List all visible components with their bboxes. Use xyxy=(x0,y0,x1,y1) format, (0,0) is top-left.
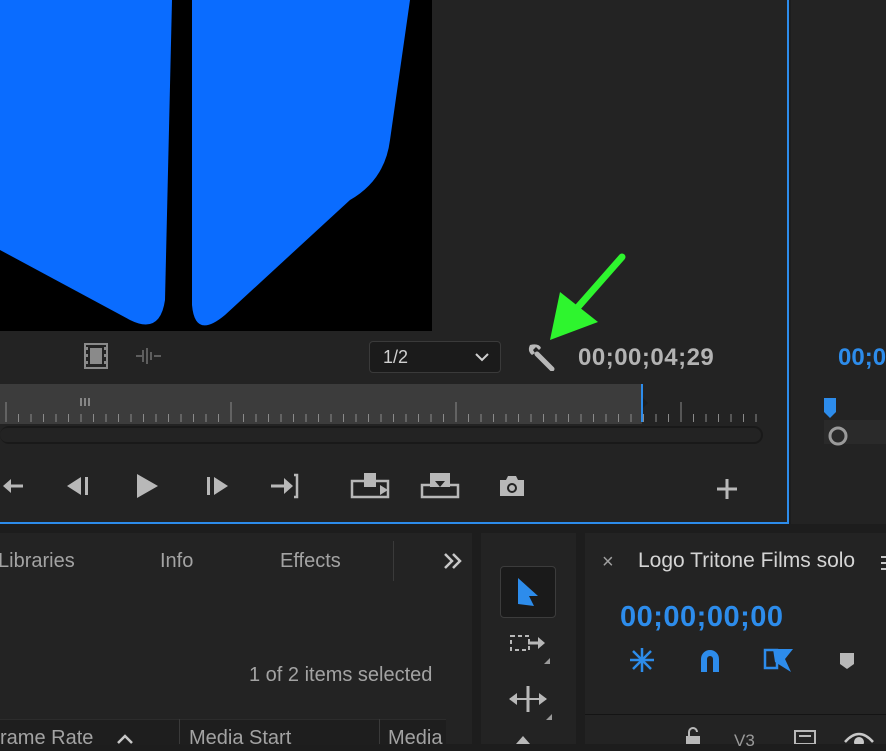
column-frame-rate[interactable]: rame Rate xyxy=(0,727,175,750)
track-select-icon xyxy=(510,635,550,664)
more-tabs-button[interactable] xyxy=(440,549,466,573)
column-divider xyxy=(179,719,180,744)
linked-selection-icon xyxy=(763,648,793,672)
track-label-v3[interactable]: V3 xyxy=(734,731,755,751)
go-to-out-button[interactable] xyxy=(268,471,302,501)
camera-icon xyxy=(500,476,524,496)
timeline-header-divider xyxy=(585,714,886,715)
razor-tool-icon[interactable] xyxy=(514,734,532,744)
chevron-down-icon xyxy=(475,353,489,362)
snap-button[interactable] xyxy=(695,645,725,675)
play-button[interactable] xyxy=(130,470,162,502)
overwrite-button[interactable] xyxy=(420,470,462,502)
magnet-icon xyxy=(701,650,719,672)
film-icon xyxy=(84,343,108,369)
ripple-edit-icon xyxy=(509,686,552,720)
track-output-icon[interactable] xyxy=(792,728,820,744)
add-marker-button[interactable] xyxy=(836,648,858,672)
resolution-value: 1/2 xyxy=(383,347,409,367)
track-select-tool-button[interactable] xyxy=(508,630,552,666)
video-preview xyxy=(0,0,432,331)
program-timecode[interactable]: 00;0 xyxy=(838,344,886,372)
tab-effects[interactable]: Effects xyxy=(280,550,341,573)
video-frame-graphic xyxy=(0,0,410,326)
time-ruler-ticks xyxy=(5,384,757,422)
tab-info[interactable]: Info xyxy=(160,550,193,573)
plus-icon xyxy=(717,479,737,499)
close-sequence-button[interactable]: × xyxy=(602,551,614,574)
drag-video-only-button[interactable] xyxy=(82,341,110,371)
tab-libraries[interactable]: Libraries xyxy=(0,550,75,573)
column-media-start[interactable]: Media Start xyxy=(189,727,374,750)
selection-arrow-icon xyxy=(518,578,538,606)
selection-status: 1 of 2 items selected xyxy=(249,664,433,686)
ripple-edit-tool-button[interactable] xyxy=(506,682,554,722)
zoom-scrollbar-thumb[interactable] xyxy=(0,428,761,442)
button-editor-button[interactable] xyxy=(713,475,741,503)
step-back-icon xyxy=(67,477,88,495)
linked-selection-button[interactable] xyxy=(762,645,796,675)
go-to-out-icon xyxy=(271,473,299,499)
program-playhead[interactable] xyxy=(820,396,886,448)
play-icon xyxy=(137,474,158,498)
step-forward-icon xyxy=(207,477,228,495)
panel-menu-icon[interactable] xyxy=(879,554,886,572)
column-divider xyxy=(379,719,380,744)
insert-icon xyxy=(350,473,390,499)
drag-audio-only-button[interactable] xyxy=(132,344,164,368)
nest-toggle-button[interactable] xyxy=(626,645,658,675)
chevron-double-right-icon xyxy=(444,553,462,569)
sort-ascending-icon xyxy=(117,734,133,744)
eye-icon[interactable] xyxy=(843,728,875,744)
step-back-button[interactable] xyxy=(62,472,92,500)
go-to-in-button[interactable] xyxy=(0,472,26,500)
overwrite-icon xyxy=(420,473,460,499)
tab-divider xyxy=(393,541,394,581)
sequence-timecode[interactable]: 00;00;00;00 xyxy=(620,601,784,634)
column-media[interactable]: Media xyxy=(388,727,445,750)
step-forward-button[interactable] xyxy=(202,472,234,500)
annotation-arrow-icon xyxy=(550,253,626,340)
sequence-tab-title[interactable]: Logo Tritone Films solo xyxy=(638,549,855,573)
waveform-icon xyxy=(136,348,161,364)
insert-button[interactable] xyxy=(350,470,392,502)
export-frame-button[interactable] xyxy=(496,472,528,500)
marker-icon xyxy=(840,653,854,669)
playback-resolution-select[interactable]: 1/2 xyxy=(369,341,501,373)
nest-sequence-icon xyxy=(630,648,654,672)
selection-tool-button[interactable] xyxy=(500,566,556,618)
source-timecode[interactable]: 00;00;04;29 xyxy=(578,344,714,372)
lock-icon[interactable] xyxy=(682,726,704,744)
arrow-left-icon xyxy=(3,479,23,493)
